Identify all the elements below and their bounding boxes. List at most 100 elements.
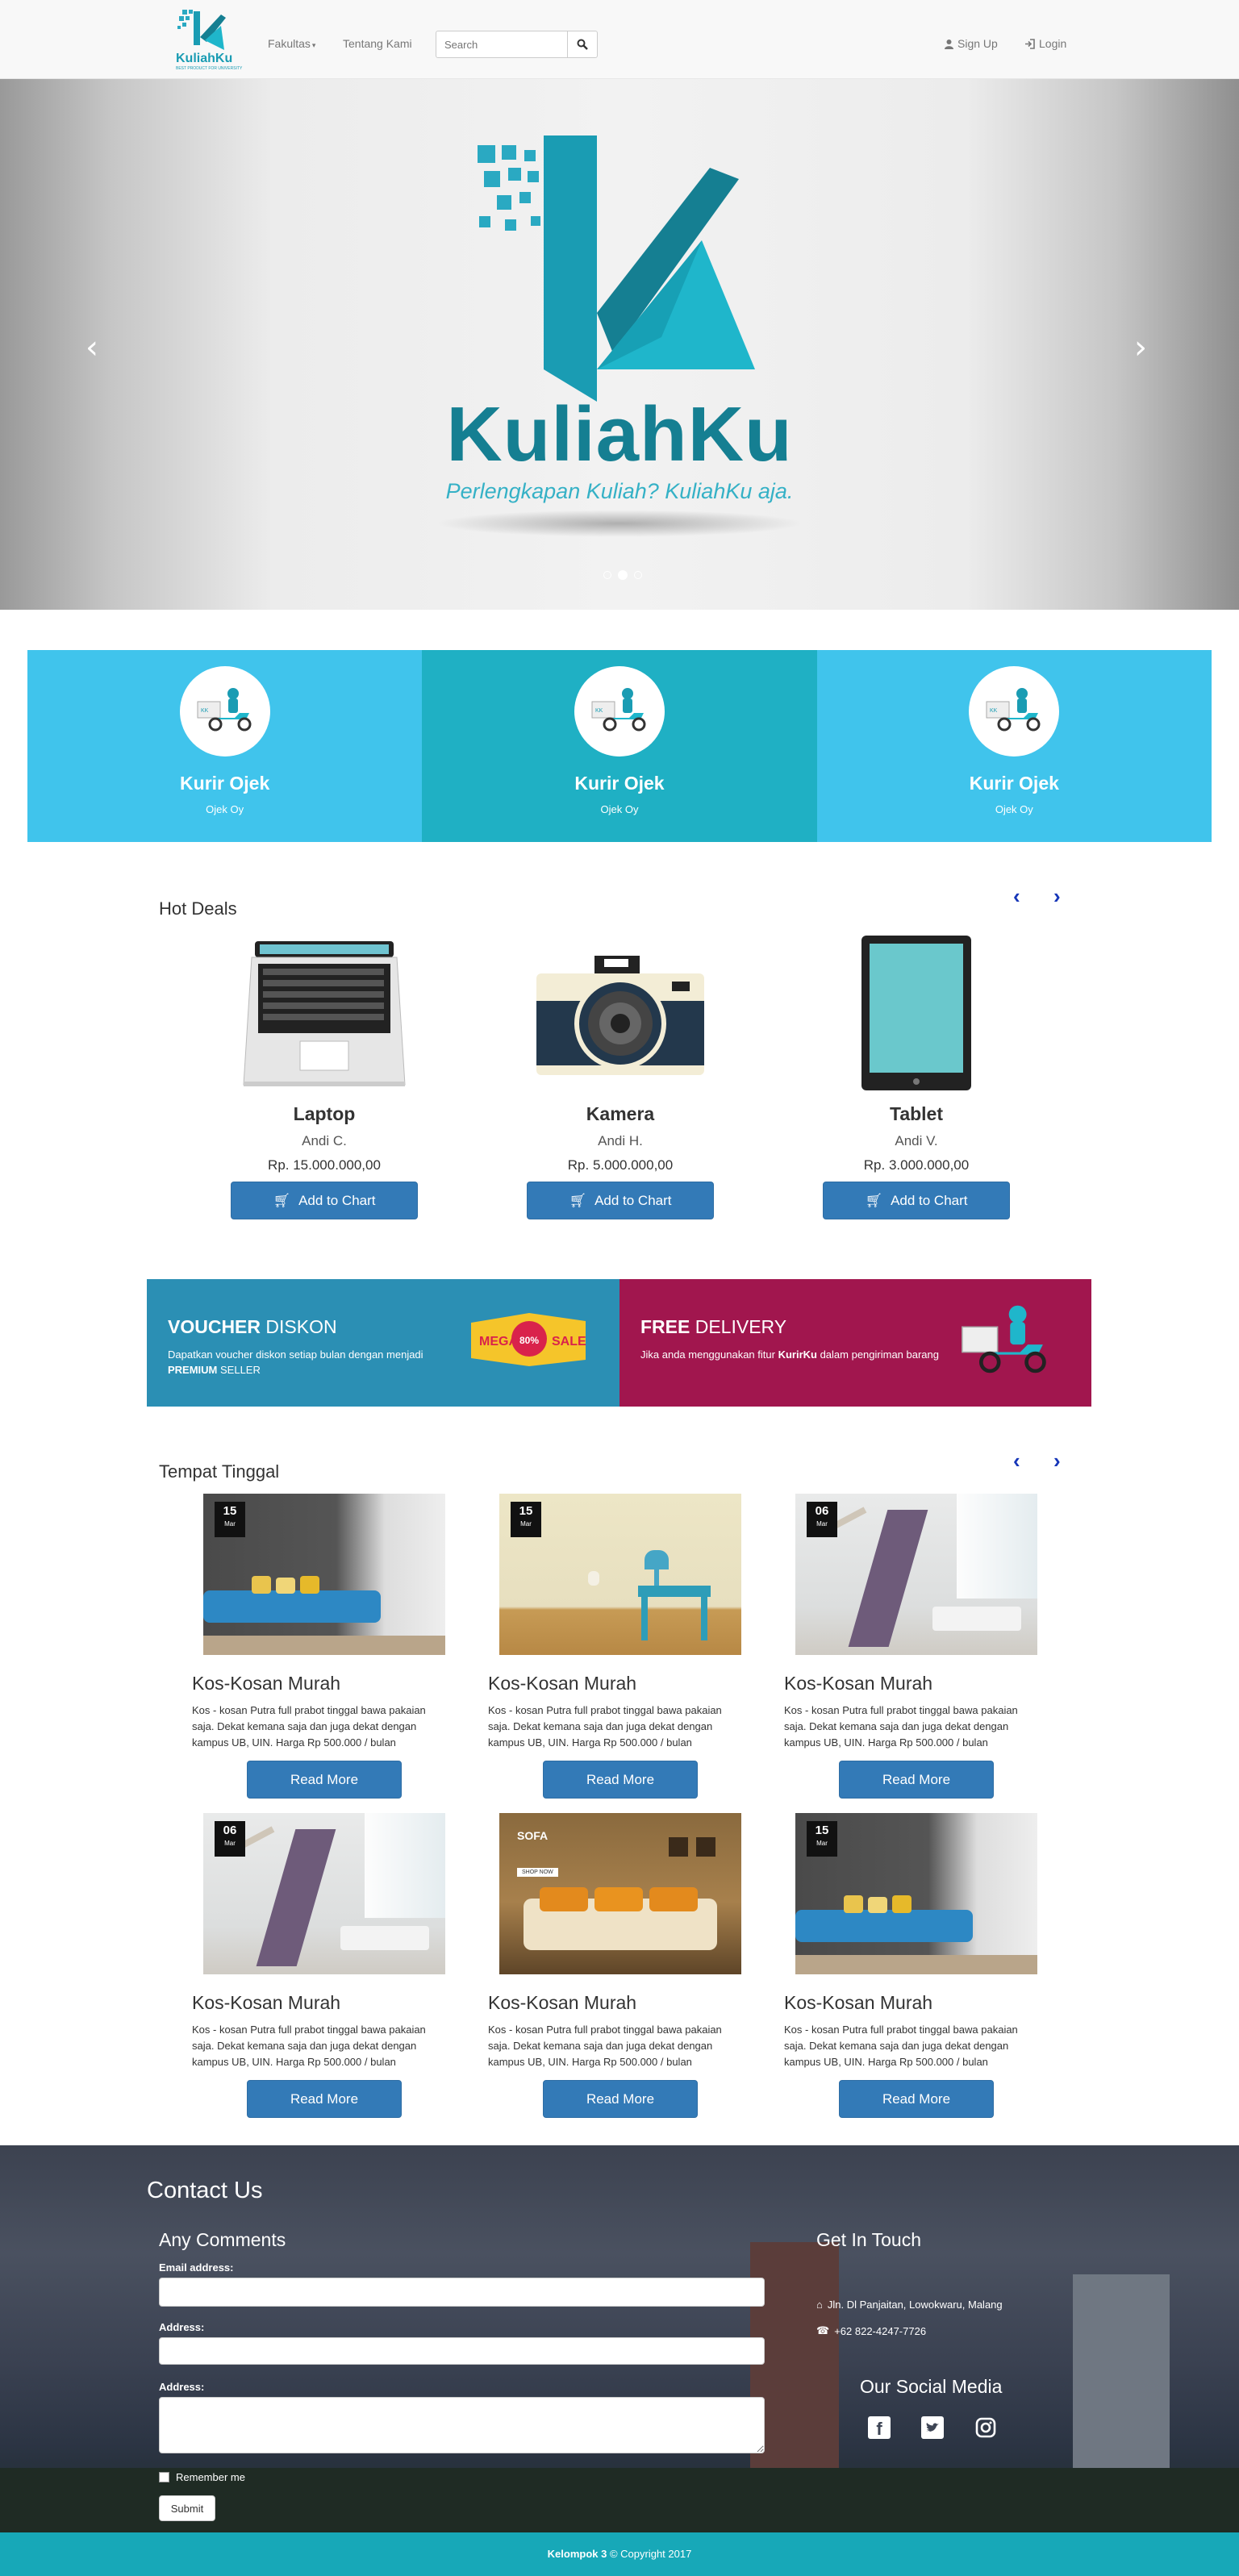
contact-section: Contact Us Any Comments Email address: A… bbox=[0, 2145, 1239, 2532]
footer-group: Kelompok 3 bbox=[547, 2548, 607, 2560]
courier-card[interactable]: KK Kurir Ojek Ojek Oy bbox=[422, 650, 817, 842]
courier-title: Kurir Ojek bbox=[180, 773, 270, 794]
comments-title: Any Comments bbox=[159, 2229, 286, 2250]
product-price: Rp. 3.000.000,00 bbox=[863, 1157, 970, 1173]
read-more-button[interactable]: Read More bbox=[247, 2080, 402, 2118]
address-textarea[interactable] bbox=[159, 2397, 765, 2453]
read-more-button[interactable]: Read More bbox=[839, 1761, 994, 1799]
product-owner: Andi C. bbox=[302, 1133, 347, 1148]
voucher-title-rest: DISKON bbox=[261, 1316, 337, 1337]
product-name: Kamera bbox=[586, 1103, 655, 1124]
courier-icon-circle: KK bbox=[969, 666, 1060, 757]
hot-deals-next-icon[interactable]: › bbox=[1053, 884, 1061, 909]
search-button[interactable] bbox=[567, 31, 598, 58]
room-photo-blue-sofa[interactable]: 15 Mar bbox=[203, 1494, 445, 1655]
remember-me-row: Remember me bbox=[159, 2471, 245, 2483]
room-photo-orange-sofa[interactable]: SOFA SHOP NOW bbox=[499, 1813, 741, 1974]
address-info: ⌂ Jln. Dl Panjaitan, Lowokwaru, Malang bbox=[816, 2299, 1003, 2311]
room-date-day: 15 bbox=[815, 1824, 829, 1837]
submit-button[interactable]: Submit bbox=[159, 2495, 215, 2521]
remember-me-checkbox[interactable] bbox=[159, 2472, 169, 2482]
add-to-chart-button[interactable]: 🛒︎ Add to Chart bbox=[231, 1182, 418, 1219]
carousel-indicator-2[interactable] bbox=[618, 570, 628, 580]
add-to-chart-button[interactable]: 🛒︎ Add to Chart bbox=[527, 1182, 714, 1219]
scooter-courier-icon: KK bbox=[986, 688, 1041, 732]
room-desc: Kos - kosan Putra full prabot tinggal ba… bbox=[784, 1704, 1018, 1749]
search-input[interactable] bbox=[436, 31, 568, 58]
banner-shop-now-button[interactable]: SHOP NOW bbox=[517, 1868, 558, 1877]
signup-link[interactable]: Sign Up bbox=[944, 37, 998, 50]
room-photo-blue-sofa[interactable]: 15 Mar bbox=[795, 1813, 1037, 1974]
hero-brand: KuliahKu bbox=[446, 391, 793, 477]
add-to-chart-button[interactable]: 🛒︎ Add to Chart bbox=[823, 1182, 1010, 1219]
user-icon bbox=[945, 39, 953, 49]
svg-text:KK: KK bbox=[990, 708, 998, 714]
hot-deals-prev-icon[interactable]: ‹ bbox=[1013, 884, 1020, 909]
voucher-promo-banner[interactable]: VOUCHER DISKON Dapatkan voucher diskon s… bbox=[147, 1279, 620, 1407]
chevron-left-icon[interactable]: ‹ bbox=[86, 329, 98, 366]
login-link[interactable]: Login bbox=[1024, 37, 1066, 50]
room-date-day: 15 bbox=[519, 1504, 533, 1518]
nav-fakultas-dropdown[interactable]: Fakultas ▾ bbox=[268, 37, 315, 50]
email-label: Email address: bbox=[159, 2261, 234, 2274]
camera-icon bbox=[525, 932, 715, 1094]
product-owner: Andi V. bbox=[895, 1133, 938, 1148]
social-media-title: Our Social Media bbox=[860, 2376, 1003, 2397]
voucher-title: VOUCHER DISKON bbox=[168, 1316, 337, 1338]
room-title: Kos-Kosan Murah bbox=[488, 1992, 637, 2013]
search-icon bbox=[577, 39, 588, 50]
delivery-desc-a: Jika anda menggunakan fitur bbox=[640, 1348, 778, 1361]
badge-right-text: SALE bbox=[552, 1335, 586, 1348]
delivery-title-rest: DELIVERY bbox=[690, 1316, 787, 1337]
carousel-indicator-1[interactable] bbox=[603, 571, 611, 579]
nav-tentang-kami[interactable]: Tentang Kami bbox=[343, 37, 412, 50]
room-card: 15 Mar Kos-Kosan Murah Kos - kosan Putra … bbox=[784, 1813, 1037, 2118]
hero-tagline: Perlengkapan Kuliah? KuliahKu aja. bbox=[445, 479, 794, 503]
voucher-desc: Dapatkan voucher diskon setiap bulan den… bbox=[168, 1347, 458, 1378]
room-date-month: Mar bbox=[224, 1520, 236, 1528]
address-field[interactable] bbox=[159, 2337, 765, 2365]
read-more-button[interactable]: Read More bbox=[839, 2080, 994, 2118]
room-date-day: 15 bbox=[223, 1504, 237, 1518]
courier-icon-circle: KK bbox=[179, 666, 270, 757]
address-label: Address: bbox=[159, 2321, 205, 2333]
room-date-month: Mar bbox=[224, 1840, 236, 1847]
scooter-courier-icon: KK bbox=[591, 688, 646, 732]
read-more-button[interactable]: Read More bbox=[543, 2080, 698, 2118]
brand-tagline: BEST PRODUCT FOR UNIVERSITY bbox=[176, 66, 243, 71]
facebook-icon[interactable]: f bbox=[868, 2416, 891, 2439]
room-date-month: Mar bbox=[816, 1520, 828, 1528]
tempat-prev-icon[interactable]: ‹ bbox=[1013, 1448, 1020, 1473]
room-photo-staircase[interactable]: 06 Mar bbox=[203, 1813, 445, 1974]
footer-copyright: © Copyright 2017 bbox=[607, 2548, 692, 2560]
delivery-desc: Jika anda menggunakan fitur KurirKu dala… bbox=[640, 1347, 939, 1362]
courier-title: Kurir Ojek bbox=[969, 773, 1059, 794]
room-date-month: Mar bbox=[520, 1520, 532, 1528]
twitter-icon[interactable] bbox=[921, 2416, 944, 2439]
login-label: Login bbox=[1039, 37, 1067, 50]
room-photo-staircase[interactable]: 06 Mar bbox=[795, 1494, 1037, 1655]
courier-card[interactable]: KK Kurir Ojek Ojek Oy bbox=[27, 650, 423, 842]
room-date-badge: 06 Mar bbox=[215, 1821, 245, 1857]
carousel-indicator-3[interactable] bbox=[634, 571, 642, 579]
instagram-icon[interactable] bbox=[974, 2416, 997, 2439]
courier-icon-circle: KK bbox=[574, 666, 665, 757]
room-date-month: Mar bbox=[816, 1840, 828, 1847]
room-card: 15 Mar Kos-Kosan Murah Kos - kosan Putra … bbox=[488, 1494, 741, 1799]
read-more-button[interactable]: Read More bbox=[543, 1761, 698, 1799]
hero-carousel: ‹ › KuliahKu Perlengkapan Kuliah? Kuliah… bbox=[0, 79, 1239, 610]
delivery-promo-banner[interactable]: FREE DELIVERY Jika anda menggunakan fitu… bbox=[620, 1279, 1091, 1407]
product-card: Kamera Andi H. Rp. 5.000.000,00 🛒︎ Add to… bbox=[525, 932, 715, 1219]
room-desc: Kos - kosan Putra full prabot tinggal ba… bbox=[784, 2024, 1018, 2068]
brand-logo[interactable]: KuliahKu BEST PRODUCT FOR UNIVERSITY bbox=[174, 8, 242, 73]
read-more-button[interactable]: Read More bbox=[247, 1761, 402, 1799]
footer-bar: Kelompok 3 © Copyright 2017 bbox=[0, 2532, 1239, 2576]
courier-card[interactable]: KK Kurir Ojek Ojek Oy bbox=[816, 650, 1212, 842]
email-field[interactable] bbox=[159, 2278, 765, 2307]
room-desc: Kos - kosan Putra full prabot tinggal ba… bbox=[192, 2024, 426, 2068]
room-photo-side-table[interactable]: 15 Mar bbox=[499, 1494, 741, 1655]
tempat-next-icon[interactable]: › bbox=[1053, 1448, 1061, 1473]
room-desc: Kos - kosan Putra full prabot tinggal ba… bbox=[488, 2024, 722, 2068]
chevron-right-icon[interactable]: › bbox=[1134, 329, 1147, 366]
add-to-chart-label: Add to Chart bbox=[298, 1192, 376, 1208]
